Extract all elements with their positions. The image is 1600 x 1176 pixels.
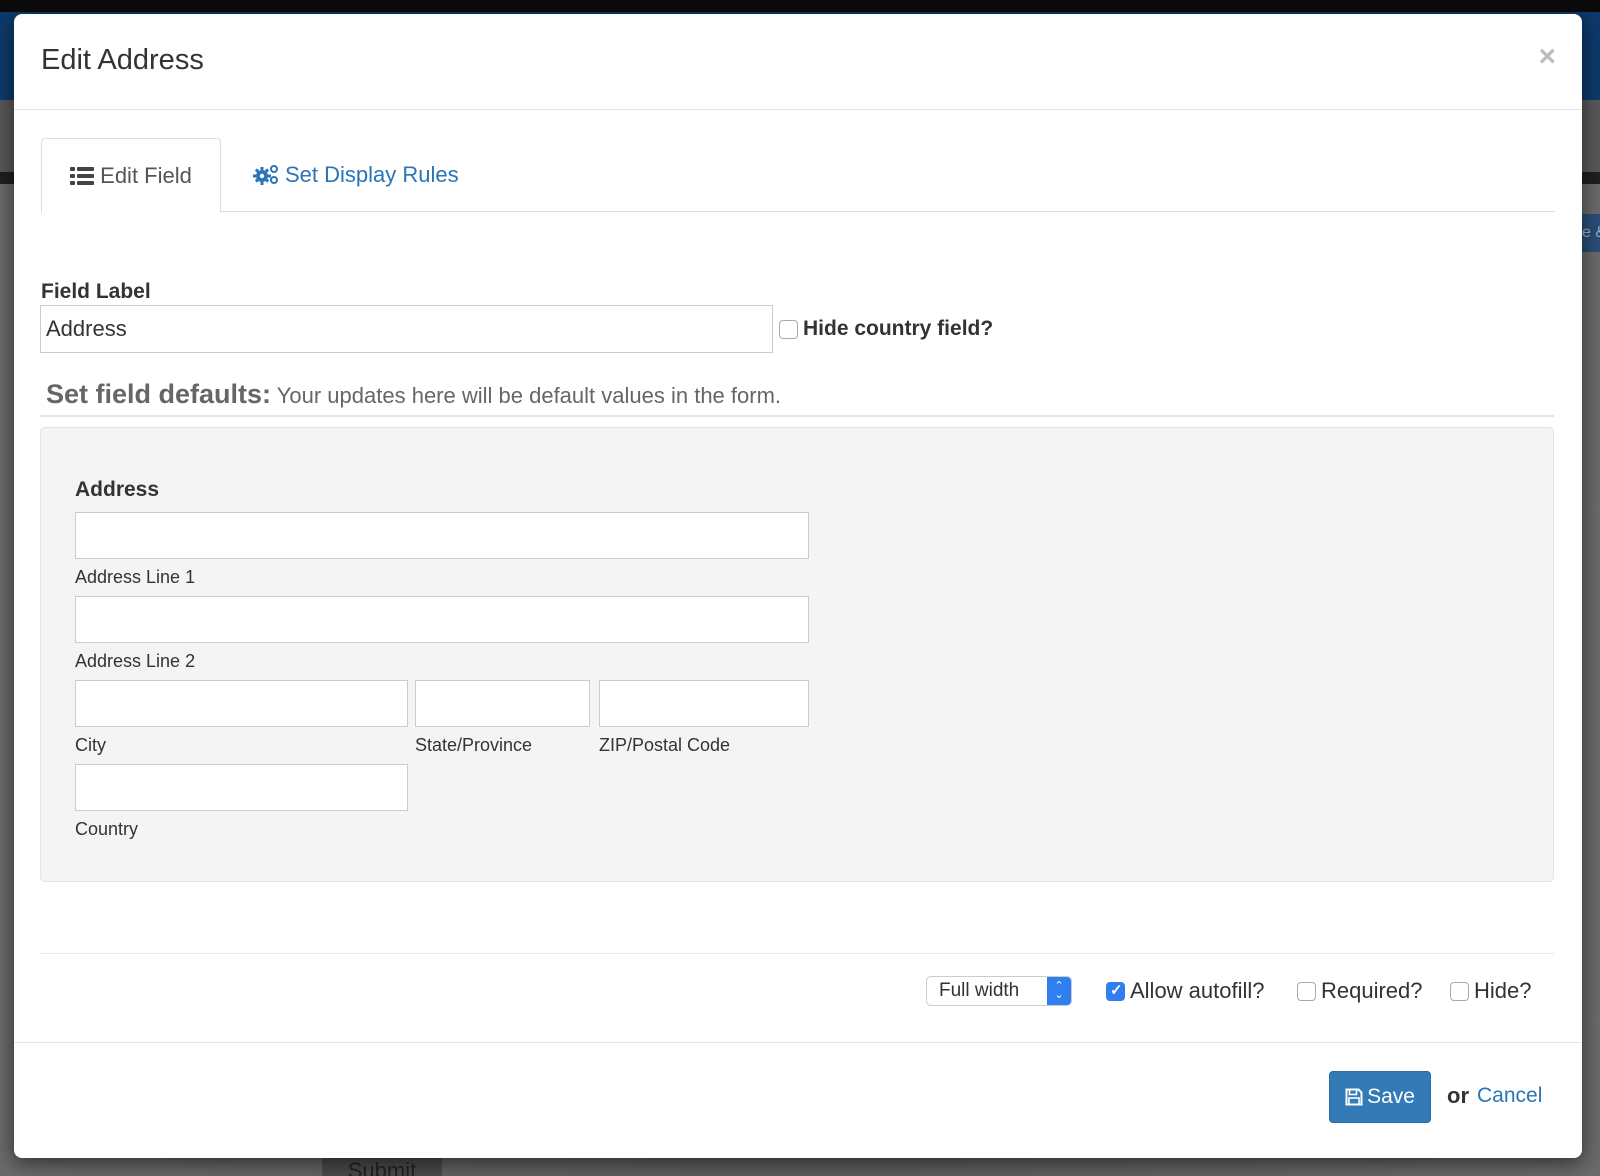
field-label-heading: Field Label [41, 280, 151, 303]
allow-autofill-label: Allow autofill? [1130, 978, 1265, 1003]
hide-country-checkbox[interactable] [779, 319, 798, 339]
save-button-label: Save [1367, 1085, 1415, 1108]
hide-checkbox[interactable] [1450, 981, 1469, 1001]
state-input[interactable] [415, 680, 590, 727]
required-checkbox[interactable] [1297, 981, 1316, 1001]
tab-bar: Edit Field Set Display Rules [41, 138, 1555, 213]
defaults-heading-bold: Set field defaults: [46, 379, 272, 409]
modal-title: Edit Address [41, 44, 204, 76]
address-line1-label: Address Line 1 [75, 567, 196, 587]
divider [40, 953, 1554, 954]
field-label-input[interactable] [40, 305, 773, 353]
tab-set-display-rules[interactable]: Set Display Rules [251, 138, 459, 212]
modal-header: Edit Address × [14, 14, 1582, 110]
zip-input[interactable] [599, 680, 809, 727]
address-heading: Address [75, 478, 160, 501]
cancel-link[interactable]: Cancel [1477, 1084, 1542, 1108]
required-option[interactable]: Required? [1297, 978, 1423, 1004]
defaults-panel: Address Address Line 1 Address Line 2 Ci… [40, 427, 1554, 882]
tab-set-display-rules-label: Set Display Rules [285, 162, 459, 187]
select-arrows-icon: ⌃ ⌄ [1047, 977, 1071, 1005]
city-input[interactable] [75, 680, 408, 727]
floppy-disk-icon [1345, 1088, 1363, 1106]
defaults-heading-description: Your updates here will be default values… [271, 383, 782, 408]
tab-edit-field[interactable]: Edit Field [41, 138, 221, 213]
divider [40, 415, 1554, 417]
allow-autofill-option[interactable]: Allow autofill? [1106, 978, 1265, 1004]
hide-country-option[interactable]: Hide country field? [779, 317, 993, 341]
city-label: City [75, 735, 106, 755]
width-select-value: Full width [939, 980, 1020, 1001]
country-input[interactable] [75, 764, 408, 811]
close-icon[interactable]: × [1538, 42, 1556, 72]
or-text: or [1447, 1083, 1469, 1108]
hide-label: Hide? [1474, 978, 1532, 1003]
background-tab-fragment: e & [1582, 214, 1600, 252]
width-select[interactable]: Full width ⌃ ⌄ [926, 976, 1072, 1006]
save-button[interactable]: Save [1329, 1071, 1431, 1123]
country-label: Country [75, 819, 139, 839]
address-line1-input[interactable] [75, 512, 809, 559]
background-submit-button: Submit [322, 1158, 442, 1176]
list-icon [70, 166, 95, 185]
defaults-heading: Set field defaults: Your updates here wi… [46, 379, 781, 410]
state-label: State/Province [415, 735, 533, 755]
gears-icon [253, 165, 278, 185]
hide-option[interactable]: Hide? [1450, 978, 1531, 1004]
footer-divider [14, 1042, 1582, 1043]
edit-address-modal: Edit Address × Edit Field Set Display Ru… [14, 14, 1582, 1158]
zip-label: ZIP/Postal Code [599, 735, 731, 755]
address-line2-input[interactable] [75, 596, 809, 643]
address-line2-label: Address Line 2 [75, 651, 196, 671]
required-label: Required? [1321, 978, 1423, 1003]
background-top-bar [0, 0, 1600, 12]
tab-edit-field-label: Edit Field [100, 162, 192, 188]
hide-country-label: Hide country field? [803, 317, 994, 340]
allow-autofill-checkbox[interactable] [1106, 981, 1125, 1001]
